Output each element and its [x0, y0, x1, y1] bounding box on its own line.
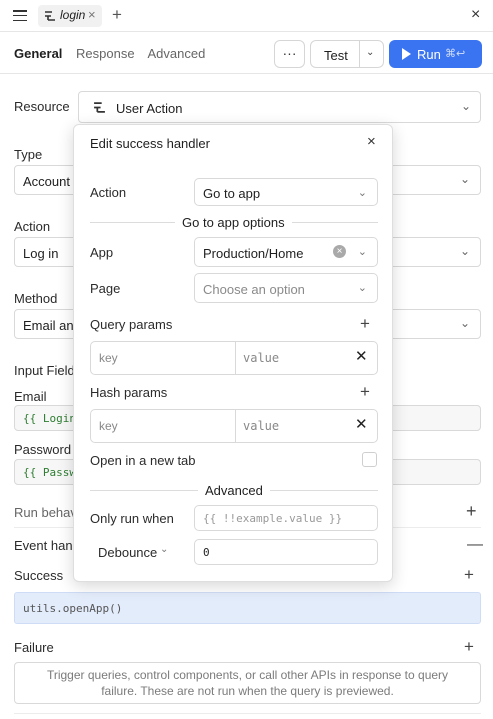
divider — [14, 713, 481, 714]
more-options-button[interactable]: ··· — [274, 40, 305, 68]
email-label: Email — [14, 389, 47, 404]
only-run-when-placeholder: {{ !!example.value }} — [203, 512, 343, 525]
chevron-down-icon: ⌄ — [459, 172, 470, 186]
hash-params-label: Hash params — [90, 385, 168, 400]
debounce-value: 0 — [203, 546, 210, 559]
hash-value-input[interactable]: value — [243, 419, 279, 433]
chevron-down-icon: ⌄ — [357, 187, 367, 199]
remove-param-icon[interactable]: ✕ — [355, 347, 368, 365]
page-label: Page — [90, 281, 121, 296]
tab-label[interactable]: login — [60, 8, 85, 22]
tab-general[interactable]: General — [14, 46, 62, 61]
tab-advanced[interactable]: Advanced — [148, 46, 206, 61]
add-hash-param-icon[interactable]: + — [360, 382, 370, 402]
query-params-label: Query params — [90, 317, 173, 332]
action-label: Action — [14, 219, 51, 234]
page-placeholder: Choose an option — [203, 282, 305, 297]
chevron-down-icon: ⌄ — [357, 282, 367, 294]
action-value: Go to app — [203, 186, 261, 201]
chevron-down-icon[interactable]: ⌄ — [366, 47, 374, 58]
menu-icon[interactable] — [13, 10, 27, 22]
resource-label: Resource — [14, 99, 70, 114]
success-handler-code: utils.openApp() — [23, 602, 123, 615]
app-select[interactable]: Production/Home × ⌄ — [194, 237, 378, 267]
close-panel-icon[interactable]: × — [471, 6, 480, 24]
event-handlers-label: Event hand — [14, 538, 80, 553]
chevron-down-icon: ⌄ — [357, 246, 367, 258]
failure-label: Failure — [14, 640, 54, 655]
test-button[interactable]: Test ⌄ — [310, 40, 384, 68]
divider — [235, 342, 236, 374]
edit-success-handler-modal: Edit success handler × Action Go to app … — [73, 124, 393, 582]
action-label: Action — [90, 185, 127, 200]
app-value: Production/Home — [203, 246, 304, 261]
run-button[interactable]: Run ⌘↩ — [389, 40, 482, 68]
resource-value: User Action — [116, 101, 183, 116]
add-query-param-icon[interactable]: + — [360, 314, 370, 334]
expand-plus-icon[interactable]: + — [466, 501, 477, 522]
success-label: Success — [14, 568, 64, 583]
chevron-down-icon: ⌄ — [459, 316, 470, 330]
tab-response[interactable]: Response — [76, 46, 135, 61]
open-new-tab-checkbox[interactable] — [362, 452, 377, 467]
action-select[interactable]: Go to app ⌄ — [194, 178, 378, 206]
add-failure-handler-icon[interactable]: + — [464, 637, 474, 657]
test-label: Test — [324, 48, 348, 63]
only-run-when-label: Only run when — [90, 511, 174, 526]
add-success-handler-icon[interactable]: + — [464, 565, 474, 585]
hash-key-input[interactable]: key — [99, 419, 118, 433]
close-icon[interactable]: × — [367, 133, 376, 150]
only-run-when-input[interactable]: {{ !!example.value }} — [194, 505, 378, 531]
input-fields-label: Input Field — [14, 363, 75, 378]
chevron-down-icon[interactable]: ⌄ — [160, 544, 168, 555]
divider — [235, 410, 236, 442]
success-handler-item[interactable]: utils.openApp() — [14, 592, 481, 624]
play-icon — [402, 48, 411, 60]
debounce-input[interactable]: 0 — [194, 539, 378, 565]
password-value: {{ Passw — [23, 466, 76, 479]
type-value: Account — [23, 174, 70, 189]
user-action-icon — [94, 102, 105, 113]
app-options-heading: Go to app options — [175, 215, 292, 230]
debounce-label[interactable]: Debounce — [98, 545, 157, 560]
query-param-row: key value ✕ — [90, 341, 378, 375]
collapse-minus-icon[interactable]: — — [467, 536, 483, 554]
type-label: Type — [14, 147, 43, 162]
chevron-down-icon: ⌄ — [459, 244, 470, 258]
divider — [0, 73, 493, 74]
new-tab-icon[interactable]: + — [112, 5, 122, 25]
hash-param-row: key value ✕ — [90, 409, 378, 443]
failure-help-text: Trigger queries, control components, or … — [46, 668, 449, 698]
run-label: Run — [417, 47, 441, 62]
chevron-down-icon: ⌄ — [460, 99, 471, 113]
remove-param-icon[interactable]: ✕ — [355, 415, 368, 433]
advanced-heading: Advanced — [198, 483, 270, 498]
tab-close-icon[interactable]: × — [88, 7, 96, 22]
modal-title: Edit success handler — [90, 136, 210, 151]
run-behavior-label: Run behav — [14, 505, 77, 520]
page-select[interactable]: Choose an option ⌄ — [194, 273, 378, 303]
email-value: {{ Login — [23, 412, 76, 425]
method-label: Method — [14, 291, 58, 306]
clear-icon[interactable]: × — [333, 245, 346, 258]
query-key-input[interactable]: key — [99, 351, 118, 365]
editor-tabs: General Response Advanced — [14, 46, 215, 61]
resource-select[interactable]: User Action ⌄ — [78, 91, 481, 123]
run-shortcut: ⌘↩ — [445, 48, 466, 60]
failure-empty-state: Trigger queries, control components, or … — [14, 662, 481, 704]
action-value: Log in — [23, 246, 59, 261]
query-value-input[interactable]: value — [243, 351, 279, 365]
open-new-tab-label: Open in a new tab — [90, 453, 196, 468]
user-action-icon — [45, 11, 55, 21]
app-label: App — [90, 245, 114, 260]
divider — [359, 41, 360, 67]
password-label: Password — [14, 442, 72, 457]
